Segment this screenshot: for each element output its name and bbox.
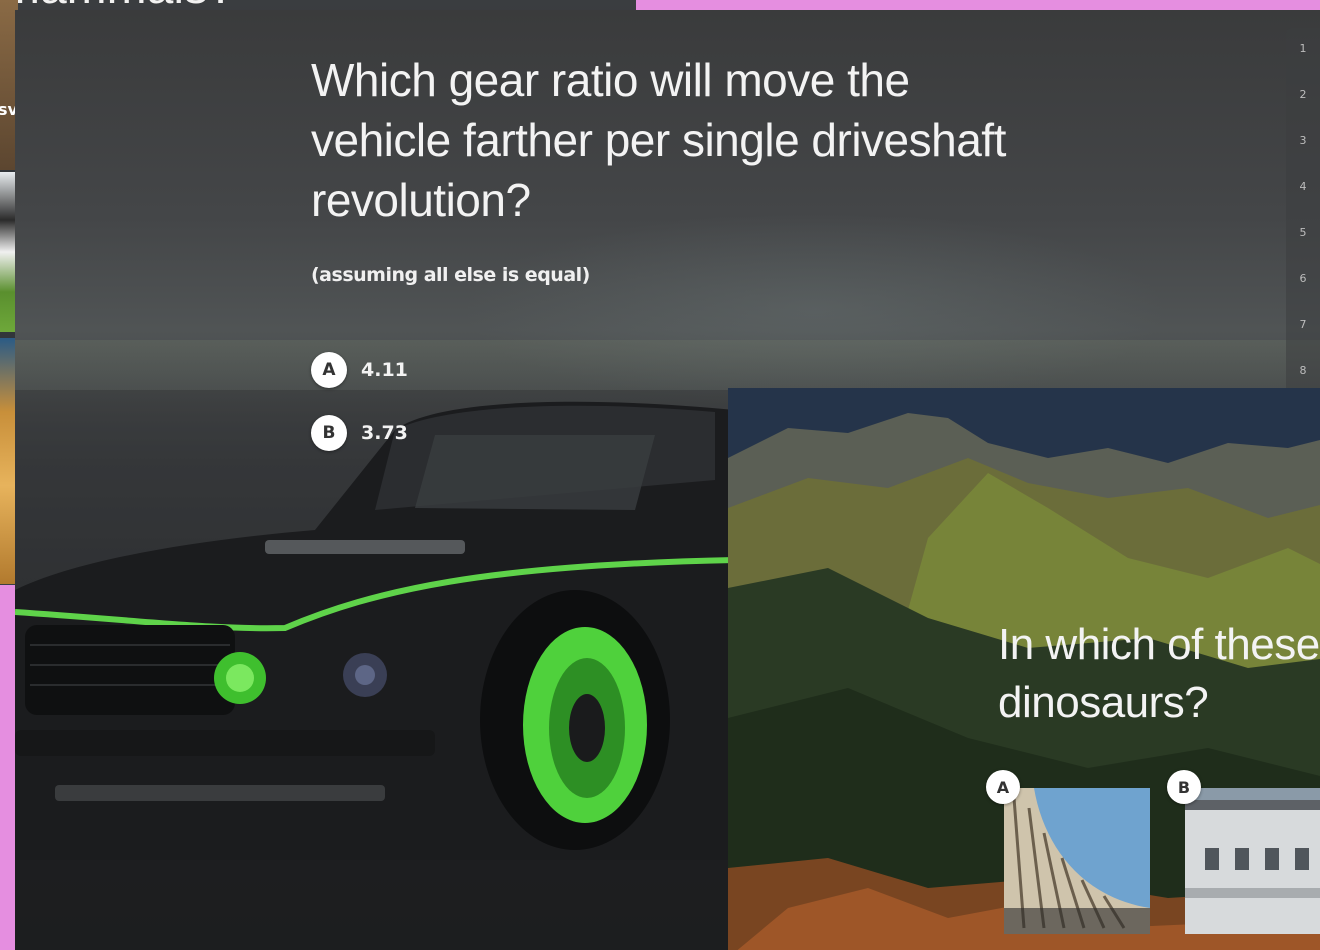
page-background-strip [636, 0, 1320, 10]
question-nav-6[interactable]: 6 [1286, 272, 1320, 285]
option-letter-badge: A [986, 770, 1020, 804]
building-image-b [1185, 788, 1320, 934]
question-subtitle: (assuming all else is equal) [311, 264, 590, 286]
answer-text: 4.11 [361, 359, 408, 381]
question-title: Which gear ratio will move the vehicle f… [311, 54, 1006, 226]
question-nav-1[interactable]: 1 [1286, 42, 1320, 55]
question-nav-2[interactable]: 2 [1286, 88, 1320, 101]
question-navigation: 1 2 3 4 5 6 7 8 [1286, 28, 1320, 398]
question-nav-5[interactable]: 5 [1286, 226, 1320, 239]
option-letter-badge: B [1167, 770, 1201, 804]
answer-option-a[interactable]: A 4.11 [311, 350, 408, 390]
dinosaur-question-title-line2: dinosaurs? [998, 678, 1209, 727]
answer-letter-badge: B [311, 415, 347, 451]
quiz-stage: mammals? sv [0, 0, 1320, 950]
dinosaur-option-a[interactable]: A [986, 770, 1150, 938]
dinosaur-question-card[interactable]: In which of these dinosaurs? A B [728, 388, 1320, 950]
answer-option-b[interactable]: B 3.73 [311, 413, 408, 453]
car-background-image [15, 390, 735, 950]
building-image-a [1004, 788, 1150, 934]
question-nav-8[interactable]: 8 [1286, 364, 1320, 377]
question-nav-4[interactable]: 4 [1286, 180, 1320, 193]
question-nav-7[interactable]: 7 [1286, 318, 1320, 331]
answer-letter-badge: A [311, 352, 347, 388]
question-nav-3[interactable]: 3 [1286, 134, 1320, 147]
dinosaur-option-b[interactable]: B [1167, 770, 1320, 938]
answer-text: 3.73 [361, 422, 408, 444]
dinosaur-question-title-line1: In which of these [998, 620, 1320, 669]
dinosaur-question-title: In which of these dinosaurs? [998, 616, 1320, 732]
